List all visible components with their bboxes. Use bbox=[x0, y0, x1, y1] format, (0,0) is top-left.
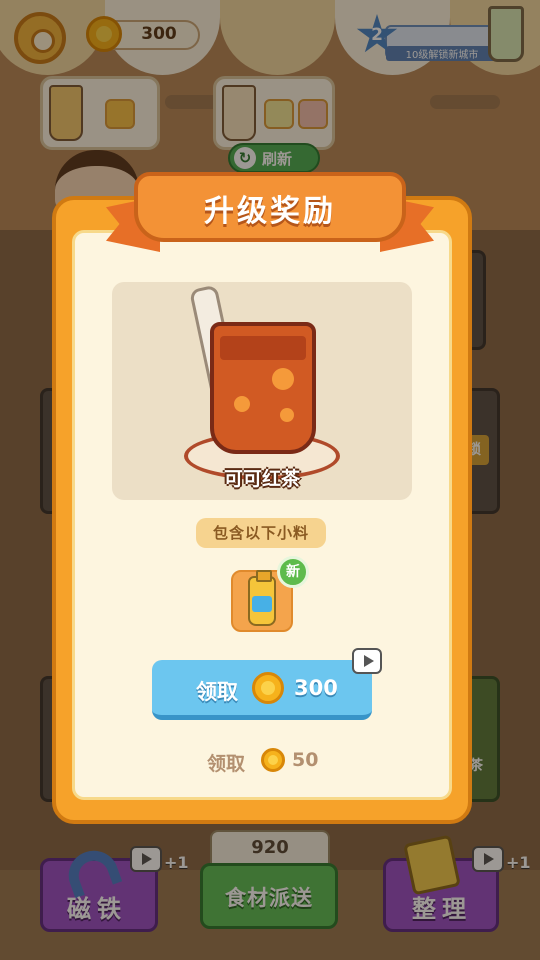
bottle-label bbox=[252, 596, 272, 612]
drink-bubble bbox=[234, 396, 250, 412]
cocoa-black-tea-cup-icon bbox=[210, 322, 316, 454]
coin-icon bbox=[252, 672, 284, 704]
claim-button-label: 领取 bbox=[196, 680, 238, 704]
coin-icon bbox=[261, 748, 285, 772]
drink-name: 可可红茶 bbox=[223, 468, 300, 490]
drink-bubble bbox=[280, 408, 294, 422]
toppings-header: 包含以下小料 bbox=[196, 518, 326, 548]
new-badge: 新 bbox=[277, 556, 309, 588]
video-ad-icon bbox=[352, 648, 382, 674]
free-amount: 50 bbox=[292, 749, 319, 771]
dialog-title: 升级奖励 bbox=[204, 194, 336, 229]
claim-free-link[interactable]: 领取 bbox=[207, 749, 245, 776]
claim-amount: 300 bbox=[294, 676, 338, 700]
drink-bubble bbox=[272, 368, 294, 390]
